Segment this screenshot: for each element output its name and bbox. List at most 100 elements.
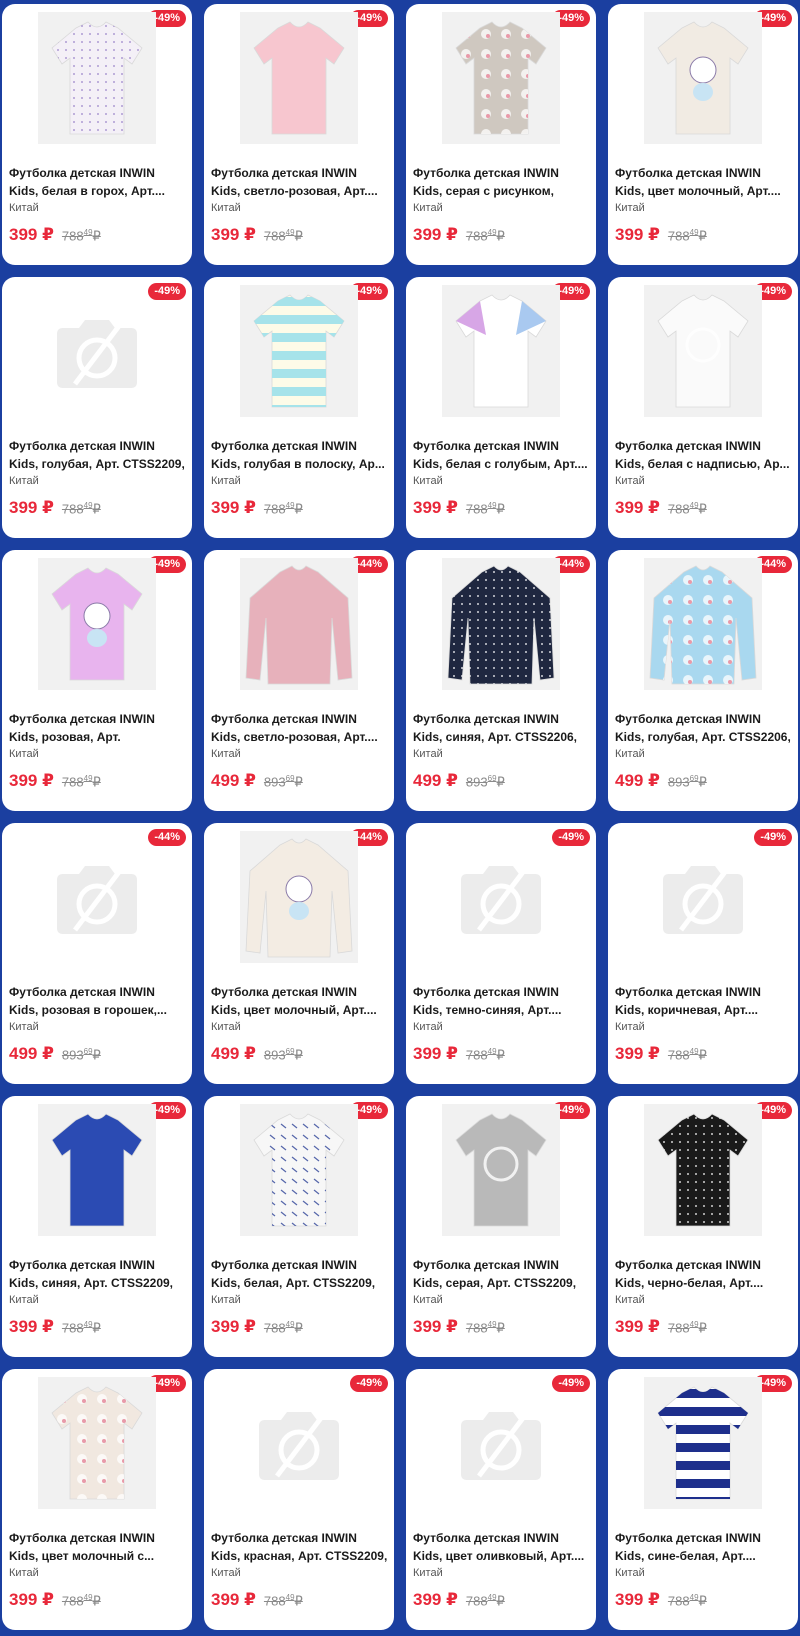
product-origin: Китай [9,1021,39,1033]
product-card[interactable]: -49% Футболка детская INWIN Kids, черно-б… [608,1096,798,1357]
old-price-currency: ₽ [698,228,707,243]
old-price-currency: ₽ [92,1320,101,1335]
product-origin: Китай [615,475,645,487]
price-row: 399 ₽ 78849₽ [9,1590,101,1610]
product-card[interactable]: -49% Футболка детская INWIN Kids, красная… [204,1369,394,1630]
old-price-currency: ₽ [698,1593,707,1608]
product-card[interactable]: -49% Футболка детская INWIN Kids, белая с… [406,277,596,538]
product-card[interactable]: -44% Футболка детская INWIN Kids, светло-… [204,550,394,811]
product-image[interactable] [644,12,762,144]
product-card[interactable]: -49% Футболка детская INWIN Kids, серая, … [406,1096,596,1357]
old-price: 78849₽ [62,774,101,790]
price-row: 399 ₽ 78849₽ [615,498,707,518]
product-card[interactable]: -49% Футболка детская INWIN Kids, белая в… [2,4,192,265]
product-card[interactable]: -49% Футболка детская INWIN Kids, синяя, … [2,1096,192,1357]
product-image[interactable] [644,1104,762,1236]
old-price-decimal: 49 [285,500,295,510]
no-photo-icon[interactable] [442,843,560,953]
product-image[interactable] [644,1377,762,1509]
product-card[interactable]: -44% Футболка детская INWIN Kids, голубая… [608,550,798,811]
product-card[interactable]: -49% Футболка детская INWIN Kids, белая, … [204,1096,394,1357]
old-price: 89369₽ [264,774,303,790]
product-origin: Китай [9,1294,39,1306]
product-title[interactable]: Футболка детская INWIN Kids, голубая, Ар… [9,437,186,473]
product-title[interactable]: Футболка детская INWIN Kids, сине-белая,… [615,1529,792,1565]
product-title[interactable]: Футболка детская INWIN Kids, темно-синяя… [413,983,590,1019]
product-image[interactable] [240,12,358,144]
old-price: 78849₽ [264,1593,303,1609]
product-image[interactable] [644,558,762,690]
no-photo-icon[interactable] [644,843,762,953]
old-price-decimal: 49 [83,227,93,237]
product-card[interactable]: -49% Футболка детская INWIN Kids, темно-с… [406,823,596,1084]
product-title[interactable]: Футболка детская INWIN Kids, серая с рис… [413,164,590,200]
product-card[interactable]: -49% Футболка детская INWIN Kids, серая с… [406,4,596,265]
no-photo-icon[interactable] [442,1389,560,1499]
product-origin: Китай [413,1567,443,1579]
no-photo-icon[interactable] [38,843,156,953]
current-price: 399 ₽ [413,225,458,244]
product-image[interactable] [442,558,560,690]
product-card[interactable]: -44% Футболка детская INWIN Kids, розовая… [2,823,192,1084]
product-title[interactable]: Футболка детская INWIN Kids, светло-розо… [211,710,388,746]
product-title[interactable]: Футболка детская INWIN Kids, цвет молочн… [615,164,792,200]
product-title[interactable]: Футболка детская INWIN Kids, цвет молочн… [9,1529,186,1565]
current-price: 399 ₽ [9,771,54,790]
product-title[interactable]: Футболка детская INWIN Kids, розовая в г… [9,983,186,1019]
product-title[interactable]: Футболка детская INWIN Kids, белая в гор… [9,164,186,200]
old-price-decimal: 49 [285,1592,295,1602]
product-image[interactable] [240,558,358,690]
product-card[interactable]: -49% Футболка детская INWIN Kids, голубая… [2,277,192,538]
product-image[interactable] [38,558,156,690]
product-card[interactable]: -49% Футболка детская INWIN Kids, сине-бе… [608,1369,798,1630]
product-card[interactable]: -49% Футболка детская INWIN Kids, цвет мо… [2,1369,192,1630]
product-image[interactable] [38,12,156,144]
product-card[interactable]: -49% Футболка детская INWIN Kids, голубая… [204,277,394,538]
product-title[interactable]: Футболка детская INWIN Kids, белая, Арт.… [211,1256,388,1292]
product-title[interactable]: Футболка детская INWIN Kids, розовая, Ар… [9,710,186,746]
old-price-decimal: 49 [83,500,93,510]
product-origin: Китай [211,748,241,760]
product-title[interactable]: Футболка детская INWIN Kids, голубая в п… [211,437,388,473]
current-price: 499 ₽ [211,771,256,790]
product-title[interactable]: Футболка детская INWIN Kids, цвет оливко… [413,1529,590,1565]
product-title[interactable]: Футболка детская INWIN Kids, красная, Ар… [211,1529,388,1565]
no-photo-icon[interactable] [38,297,156,407]
product-title[interactable]: Футболка детская INWIN Kids, черно-белая… [615,1256,792,1292]
product-card[interactable]: -44% Футболка детская INWIN Kids, цвет мо… [204,823,394,1084]
product-image[interactable] [38,1104,156,1236]
current-price: 399 ₽ [211,1590,256,1609]
product-title[interactable]: Футболка детская INWIN Kids, коричневая,… [615,983,792,1019]
product-card[interactable]: -49% Футболка детская INWIN Kids, коричне… [608,823,798,1084]
product-card[interactable]: -49% Футболка детская INWIN Kids, цвет мо… [608,4,798,265]
product-card[interactable]: -49% Футболка детская INWIN Kids, светло-… [204,4,394,265]
old-price-currency: ₽ [496,1593,505,1608]
product-image[interactable] [38,1377,156,1509]
product-image[interactable] [442,285,560,417]
old-price-integer: 788 [263,228,286,243]
product-title[interactable]: Футболка детская INWIN Kids, голубая, Ар… [615,710,792,746]
old-price-decimal: 69 [689,773,699,783]
product-image[interactable] [644,285,762,417]
old-price-currency: ₽ [698,501,707,516]
product-title[interactable]: Футболка детская INWIN Kids, синяя, Арт.… [9,1256,186,1292]
product-image[interactable] [240,1104,358,1236]
product-card[interactable]: -49% Футболка детская INWIN Kids, цвет ол… [406,1369,596,1630]
product-image[interactable] [442,1104,560,1236]
product-title[interactable]: Футболка детская INWIN Kids, белая с над… [615,437,792,473]
product-card[interactable]: -44% Футболка детская INWIN Kids, синяя, … [406,550,596,811]
product-title[interactable]: Футболка детская INWIN Kids, светло-розо… [211,164,388,200]
product-card[interactable]: -49% Футболка детская INWIN Kids, белая с… [608,277,798,538]
product-title[interactable]: Футболка детская INWIN Kids, цвет молочн… [211,983,388,1019]
product-title[interactable]: Футболка детская INWIN Kids, синяя, Арт.… [413,710,590,746]
product-title[interactable]: Футболка детская INWIN Kids, белая с гол… [413,437,590,473]
product-image[interactable] [240,285,358,417]
product-title[interactable]: Футболка детская INWIN Kids, серая, Арт.… [413,1256,590,1292]
no-photo-icon[interactable] [240,1389,358,1499]
price-row: 399 ₽ 78849₽ [615,1044,707,1064]
product-image[interactable] [442,12,560,144]
current-price: 399 ₽ [9,225,54,244]
product-card[interactable]: -49% Футболка детская INWIN Kids, розовая… [2,550,192,811]
product-image[interactable] [240,831,358,963]
product-origin: Китай [615,748,645,760]
